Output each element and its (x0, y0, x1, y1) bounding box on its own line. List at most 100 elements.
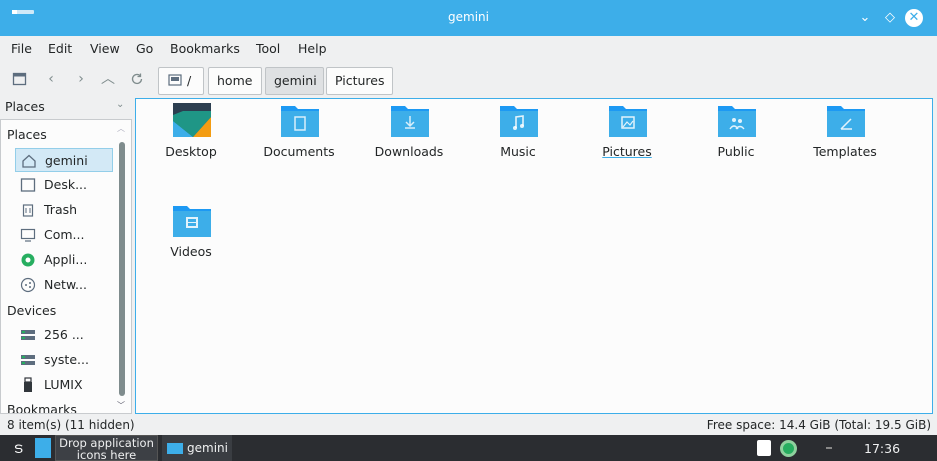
menu-bookmarks[interactable]: Bookmarks (170, 41, 240, 56)
folder-label: Videos (170, 244, 212, 259)
folder-downloads[interactable]: Downloads (359, 99, 459, 169)
launcher-icon[interactable]: ട (6, 438, 30, 458)
sidebar-item-label: Trash (44, 202, 78, 217)
menu-file[interactable]: File (11, 41, 32, 56)
maximize-icon[interactable]: ◇ (881, 9, 899, 27)
sidebar-item-label: gemini (45, 153, 88, 168)
section-places: Places (7, 127, 47, 142)
folder-label: Public (717, 144, 755, 159)
pictures-folder-icon (609, 106, 647, 137)
reload-icon[interactable] (129, 71, 145, 87)
folder-label: Templates (813, 144, 877, 159)
folder-label: Music (500, 144, 536, 159)
folder-videos[interactable]: Videos (141, 199, 241, 269)
scroll-up-icon[interactable]: ︿ (117, 123, 125, 134)
sidebar-item-applications[interactable]: Appli... (15, 248, 113, 272)
sidebar-item-gemini[interactable]: gemini (15, 148, 113, 172)
task-item-gemini[interactable]: gemini (162, 435, 232, 461)
clock[interactable]: 17:36 (864, 441, 900, 456)
up-icon[interactable]: ︿ (100, 71, 116, 87)
downloads-folder-icon (391, 106, 429, 137)
back-icon[interactable]: ‹ (43, 71, 59, 87)
sidebar-item-label: Desk... (44, 177, 87, 192)
scroll-down-icon[interactable]: ﹀ (117, 400, 125, 411)
documents-folder-icon (281, 106, 319, 137)
close-icon[interactable]: ✕ (905, 9, 923, 27)
network-icon (20, 277, 36, 293)
folder-templates[interactable]: Templates (795, 99, 895, 169)
free-space: Free space: 14.4 GiB (Total: 19.5 GiB) (706, 418, 931, 432)
sidebar-item-lumix[interactable]: LUMIX (15, 373, 113, 397)
sidebar-item-label: Com... (44, 227, 85, 242)
sidebar-scrollbar[interactable] (119, 142, 125, 396)
sidebar-item-label: Netw... (44, 277, 87, 292)
file-view[interactable]: Desktop Documents Downloads Music Pictur… (135, 98, 933, 414)
computer-icon (20, 228, 36, 242)
window-title: gemini (448, 10, 489, 24)
menu-view[interactable]: View (90, 41, 120, 56)
chevron-down-icon[interactable]: ⌄ (116, 99, 124, 110)
drive-icon (168, 74, 182, 86)
section-devices: Devices (7, 303, 57, 318)
folder-label: Desktop (165, 144, 217, 159)
menu-tool[interactable]: Tool (256, 41, 280, 56)
status-bar: 8 item(s) (11 hidden) Free space: 14.4 G… (0, 416, 937, 434)
folder-pictures[interactable]: Pictures (577, 99, 677, 169)
quicklaunch-drop-area[interactable]: Drop application icons here (55, 435, 158, 461)
public-folder-icon (718, 106, 756, 137)
menu-bar: File Edit View Go Bookmarks Tool Help (0, 36, 937, 62)
breadcrumb-gemini[interactable]: gemini (265, 67, 324, 95)
sidebar-item-label: Appli... (44, 252, 88, 267)
desktop-icon (20, 178, 36, 192)
minimize-icon[interactable]: ⌄ (856, 9, 874, 27)
sidebar-item-desktop[interactable]: Desk... (15, 173, 113, 197)
folder-label: Pictures (602, 144, 652, 159)
breadcrumb-home[interactable]: home (208, 67, 262, 95)
sidebar-item-system[interactable]: syste... (15, 348, 113, 372)
menu-help[interactable]: Help (298, 41, 327, 56)
sidebar: Places gemini Desk... Trash Com... Appli… (0, 119, 132, 414)
trash-icon (22, 204, 34, 217)
toolbar: ‹ › ︿ / home gemini Pictures (0, 62, 937, 98)
new-tab-icon[interactable] (12, 71, 28, 87)
sidebar-selector[interactable]: Places ⌄ (0, 98, 132, 118)
forward-icon[interactable]: › (73, 71, 89, 87)
breadcrumb-pictures[interactable]: Pictures (326, 67, 393, 95)
taskbar: ട Drop application icons here gemini 17:… (0, 435, 937, 461)
sidebar-item-computer[interactable]: Com... (15, 223, 113, 247)
sidebar-header-label: Places (5, 99, 45, 114)
menu-edit[interactable]: Edit (48, 41, 72, 56)
sidebar-item-network[interactable]: Netw... (15, 273, 113, 297)
videos-folder-icon (173, 206, 211, 237)
tray-separator-icon (826, 447, 832, 449)
home-icon (22, 154, 36, 168)
folder-documents[interactable]: Documents (249, 99, 349, 169)
hard-drive-icon (21, 355, 35, 365)
templates-folder-icon (827, 106, 865, 137)
applications-icon (21, 253, 35, 267)
usb-drive-icon (24, 377, 32, 392)
desktop-folder-icon (173, 103, 211, 137)
item-count: 8 item(s) (11 hidden) (7, 418, 135, 432)
folder-label: Downloads (374, 144, 444, 159)
hard-drive-icon (21, 330, 35, 340)
section-bookmarks: Bookmarks (7, 402, 77, 414)
music-folder-icon (500, 106, 538, 137)
sidebar-item-label: syste... (44, 352, 89, 367)
sidebar-item-drive-256[interactable]: 256 ... (15, 323, 113, 347)
folder-public[interactable]: Public (686, 99, 786, 169)
breadcrumb-root-label: / (187, 73, 192, 88)
breadcrumb-root[interactable]: / (158, 67, 204, 95)
show-desktop-icon[interactable] (35, 438, 51, 458)
folder-music[interactable]: Music (468, 99, 568, 169)
folder-label: Documents (263, 144, 335, 159)
sidebar-item-label: 256 ... (44, 327, 84, 342)
status-tray-icon[interactable] (780, 440, 797, 457)
sidebar-item-trash[interactable]: Trash (15, 198, 113, 222)
menu-go[interactable]: Go (136, 41, 153, 56)
task-label: gemini (187, 441, 228, 455)
notes-tray-icon[interactable] (757, 440, 771, 456)
title-bar[interactable]: gemini ⌄ ◇ ✕ (0, 0, 937, 36)
folder-desktop[interactable]: Desktop (141, 99, 241, 169)
sidebar-item-label: LUMIX (44, 377, 83, 392)
